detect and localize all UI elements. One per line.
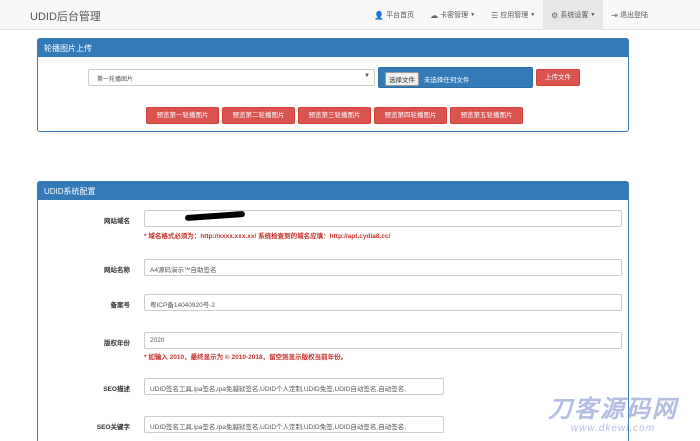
seo-description-input[interactable]: UDID签名工具,ipa签名,ipa免越狱签名,UDID个人定制,UDID免签,…	[144, 378, 444, 395]
domain-hint: * 域名格式必须为：http://xxxx.xxx.xx/ 系统检查到的域名应填…	[144, 233, 391, 240]
seo-description-label: SEO描述	[103, 386, 130, 393]
seo-keywords-label: SEO关键字	[96, 424, 130, 431]
preview-carousel-5-button[interactable]: 预览第五轮播图片	[450, 107, 523, 124]
choose-file-button[interactable]: 选择文件	[385, 72, 419, 86]
nav-item-app-management[interactable]: ☰ 应用管理 ▼	[483, 0, 543, 30]
nav-item-label: 应用管理	[500, 12, 529, 19]
icp-input[interactable]: 粤ICP备14040920号-2	[144, 294, 622, 311]
gear-icon: ⚙	[551, 10, 559, 20]
cloud-icon: ☁	[430, 10, 439, 20]
site-watermark: 刀客源码网 www.dkewl.com	[533, 396, 693, 435]
user-icon: 👤	[374, 10, 385, 20]
site-name-label: 网站名称	[104, 267, 130, 274]
caret-down-icon: ▼	[470, 12, 476, 18]
chevron-down-icon: ▼	[364, 73, 370, 79]
caret-down-icon: ▼	[530, 12, 536, 18]
site-name-input[interactable]: A4源码演示™自助签名	[144, 259, 622, 276]
domain-label: 网站域名	[104, 218, 130, 225]
top-navbar: UDID后台管理 👤 平台首页 ☁ 卡密管理 ▼ ☰ 应用管理 ▼ ⚙ 系统设置…	[0, 0, 700, 30]
logout-icon: ⇥	[611, 10, 618, 20]
select-value: 第一轮播图片	[97, 77, 134, 83]
nav-item-card-management[interactable]: ☁ 卡密管理 ▼	[422, 0, 483, 30]
carousel-slot-select[interactable]: 第一轮播图片 ▼	[88, 69, 375, 86]
nav-item-system-settings[interactable]: ⚙ 系统设置 ▼	[543, 0, 604, 30]
watermark-url: www.dkewl.com	[570, 423, 656, 434]
copyright-year-label: 版权年份	[104, 340, 130, 347]
preview-carousel-2-button[interactable]: 预览第二轮播图片	[222, 107, 295, 124]
watermark-main: 刀客源码网	[548, 396, 678, 423]
nav-item-home[interactable]: 👤 平台首页	[366, 0, 422, 30]
seo-keywords-input[interactable]: UDID签名工具,ipa签名,ipa免越狱签名,UDID个人定制,UDID免签,…	[144, 416, 444, 433]
copyright-year-input[interactable]: 2020	[144, 332, 622, 349]
brand-title[interactable]: UDID后台管理	[30, 8, 101, 24]
list-icon: ☰	[491, 10, 499, 20]
nav-item-label: 卡密管理	[440, 12, 469, 19]
copyright-year-hint: * 如输入 2010，最终显示为 © 2010-2018，留空则显示版权当前年份…	[144, 354, 348, 361]
preview-carousel-4-button[interactable]: 预览第四轮播图片	[374, 107, 447, 124]
carousel-upload-panel: 轮播图片上传 第一轮播图片 ▼ 选择文件 未选择任何文件 上传文件 预览第一轮播…	[37, 38, 629, 132]
panel-title: 轮播图片上传	[38, 39, 628, 57]
preview-carousel-1-button[interactable]: 预览第一轮播图片	[146, 107, 219, 124]
nav-item-label: 平台首页	[386, 12, 415, 19]
icp-label: 备案号	[110, 302, 131, 309]
preview-carousel-3-button[interactable]: 预览第三轮播图片	[298, 107, 371, 124]
nav-item-label: 退出登陆	[620, 12, 648, 19]
upload-file-button[interactable]: 上传文件	[536, 69, 580, 86]
preview-button-row: 预览第一轮播图片 预览第二轮播图片 预览第三轮播图片 预览第四轮播图片 预览第五…	[146, 107, 523, 124]
file-status: 未选择任何文件	[423, 77, 470, 84]
nav-item-logout[interactable]: ⇥ 退出登陆	[603, 0, 656, 30]
caret-down-icon: ▼	[590, 12, 596, 18]
nav-menu: 👤 平台首页 ☁ 卡密管理 ▼ ☰ 应用管理 ▼ ⚙ 系统设置 ▼ ⇥ 退出登陆	[366, 0, 656, 30]
panel-title: UDID系统配置	[38, 182, 628, 200]
file-input[interactable]: 选择文件 未选择任何文件	[378, 67, 533, 88]
nav-item-label: 系统设置	[560, 12, 589, 19]
